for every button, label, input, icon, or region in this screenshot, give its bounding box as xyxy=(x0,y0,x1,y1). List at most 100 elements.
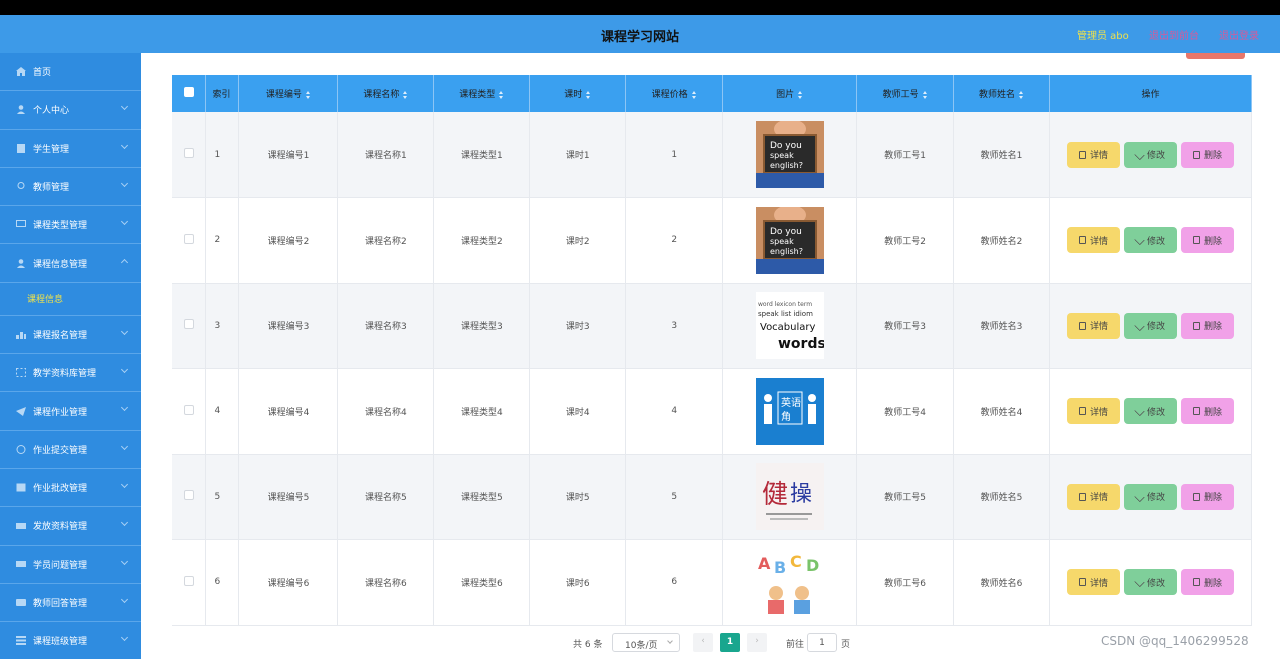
table-row[interactable]: 2 课程编号2 课程名称2 课程类型2 课时2 2 Do you speak english? 教… xyxy=(172,197,1253,284)
sidebar-item-home[interactable]: 首页 xyxy=(0,53,141,92)
cell-price: 5 xyxy=(625,454,724,540)
edit-button[interactable]: 修改 xyxy=(1123,398,1177,425)
chart-icon xyxy=(16,330,26,339)
vocabulary-words-image[interactable]: word lexicon term speak list idiom Vocabul… xyxy=(755,292,824,360)
sidebar-item-homework[interactable]: 课程作业管理 xyxy=(0,392,141,431)
col-course-code[interactable]: 课程编号 xyxy=(238,75,339,112)
table-row[interactable]: 1 课程编号1 课程名称1 课程类型1 课时1 1 Do you speak english? 教… xyxy=(172,112,1253,198)
page-size-select[interactable]: 10条/页 xyxy=(612,633,680,652)
row-select-cell[interactable] xyxy=(172,539,207,626)
next-page-button[interactable]: › xyxy=(747,633,767,652)
sort-icon[interactable] xyxy=(403,90,408,99)
detail-button[interactable]: 详情 xyxy=(1066,398,1120,425)
row-checkbox[interactable] xyxy=(183,319,194,330)
row-select-cell[interactable] xyxy=(172,283,207,369)
row-checkbox[interactable] xyxy=(183,575,194,586)
row-checkbox[interactable] xyxy=(183,148,194,158)
sidebar-item-label: 首页 xyxy=(33,68,52,79)
sort-icon[interactable] xyxy=(798,90,803,99)
delete-button[interactable]: 删除 xyxy=(1180,227,1234,254)
goto-page-input[interactable]: 1 xyxy=(807,633,837,652)
sidebar-item-personal[interactable]: 个人中心 xyxy=(0,91,141,130)
sidebar-item-classes[interactable]: 课程班级管理 xyxy=(0,622,141,659)
row-select-cell[interactable] xyxy=(172,112,207,198)
col-price[interactable]: 课程价格 xyxy=(625,75,724,112)
row-select-cell[interactable] xyxy=(172,454,207,540)
cell-index: 3 xyxy=(205,283,240,369)
sort-icon[interactable] xyxy=(1019,90,1024,99)
sidebar-item-course-info[interactable]: 课程信息管理 xyxy=(0,244,141,283)
row-select-cell[interactable] xyxy=(172,197,207,284)
col-hours[interactable]: 课时 xyxy=(529,75,627,112)
detail-button[interactable]: 详情 xyxy=(1066,227,1120,254)
row-checkbox[interactable] xyxy=(183,490,194,501)
col-course-type[interactable]: 课程类型 xyxy=(433,75,531,112)
sidebar-subitem-course-info[interactable]: 课程信息 xyxy=(0,282,141,316)
header: 课程学习网站 管理员 abo 退出到前台 退出登录 xyxy=(0,15,1280,53)
col-course-name[interactable]: 课程名称 xyxy=(337,75,435,112)
sidebar-item-submissions[interactable]: 作业提交管理 xyxy=(0,431,141,469)
sidebar-item-distribution[interactable]: 发放资料管理 xyxy=(0,507,141,546)
sort-icon[interactable] xyxy=(586,90,591,99)
delete-button[interactable]: 删除 xyxy=(1180,569,1234,596)
cell-hours: 课时6 xyxy=(529,539,627,626)
table-row[interactable]: 4 课程编号4 课程名称4 课程类型4 课时4 4 英语角教师工号4 教师姓名4 详情 修改 删除 xyxy=(172,368,1253,455)
select-all-cell[interactable] xyxy=(172,75,207,112)
sidebar-item-materials[interactable]: 教学资料库管理 xyxy=(0,354,141,393)
chevron-down-icon xyxy=(120,327,129,335)
english-corner-image[interactable]: 英语角 xyxy=(755,377,824,445)
sidebar-item-enrollment[interactable]: 课程报名管理 xyxy=(0,316,141,355)
sidebar-item-teachers[interactable]: 教师管理 xyxy=(0,168,141,207)
row-checkbox[interactable] xyxy=(183,404,194,415)
table-row[interactable]: 3 课程编号3 课程名称3 课程类型3 课时3 3 word lexicon term spe… xyxy=(172,283,1253,369)
delete-button[interactable]: 删除 xyxy=(1180,141,1234,168)
select-all-checkbox[interactable] xyxy=(183,87,194,97)
detail-button[interactable]: 详情 xyxy=(1066,141,1120,168)
cell-teacher-no: 教师工号4 xyxy=(856,368,955,455)
edit-button[interactable]: 修改 xyxy=(1123,227,1177,254)
do-you-speak-english-image[interactable]: Do you speak english? xyxy=(755,206,824,274)
batch-delete-button[interactable] xyxy=(1186,53,1245,59)
course-table: 索引 课程编号 课程名称 课程类型 课时 课程价格 图片 教师工号 教师姓名 操… xyxy=(172,75,1253,626)
row-checkbox[interactable] xyxy=(183,233,194,244)
abcd-kids-image[interactable]: ABCD xyxy=(755,548,824,616)
watermark: CSDN @qq_1406299528 xyxy=(1101,634,1249,648)
sidebar-item-label: 课程报名管理 xyxy=(33,330,88,341)
detail-button[interactable]: 详情 xyxy=(1066,569,1120,596)
table-row[interactable]: 5 课程编号5 课程名称5 课程类型5 课时5 5 健操教师工号5 教师姓名5 详情 修改 删除 xyxy=(172,454,1253,540)
cell-image: Do you speak english? xyxy=(722,197,858,284)
calligraphy-image[interactable]: 健操 xyxy=(755,463,824,531)
back-to-front-link[interactable]: 退出到前台 xyxy=(1149,27,1199,42)
do-you-speak-english-image[interactable]: Do you speak english? xyxy=(755,121,824,188)
detail-button[interactable]: 详情 xyxy=(1066,483,1120,510)
col-image[interactable]: 图片 xyxy=(722,75,858,112)
svg-text:操: 操 xyxy=(790,482,812,507)
table-row[interactable]: 6 课程编号6 课程名称6 课程类型6 课时6 6 A B C D 教师工号6 教师姓名6 详情 修改 删除 xyxy=(172,539,1253,626)
sidebar-item-questions[interactable]: 学员问题管理 xyxy=(0,546,141,584)
sidebar-item-answers[interactable]: 教师回答管理 xyxy=(0,584,141,623)
delete-button[interactable]: 删除 xyxy=(1180,312,1234,339)
sort-icon[interactable] xyxy=(691,90,697,99)
detail-button[interactable]: 详情 xyxy=(1066,312,1120,339)
edit-button[interactable]: 修改 xyxy=(1123,312,1177,339)
sidebar-item-grading[interactable]: 作业批改管理 xyxy=(0,469,141,508)
edit-button[interactable]: 修改 xyxy=(1123,483,1177,510)
current-page-button[interactable]: 1 xyxy=(720,633,740,652)
row-select-cell[interactable] xyxy=(172,368,207,455)
sidebar-item-label: 发放资料管理 xyxy=(33,522,88,533)
edit-button[interactable]: 修改 xyxy=(1123,141,1177,168)
sort-icon[interactable] xyxy=(499,90,504,99)
edit-button[interactable]: 修改 xyxy=(1123,569,1177,596)
sort-icon[interactable] xyxy=(305,90,311,99)
sort-icon[interactable] xyxy=(922,90,928,99)
col-teacher-name[interactable]: 教师姓名 xyxy=(953,75,1050,112)
col-teacher-no[interactable]: 教师工号 xyxy=(856,75,955,112)
prev-page-button[interactable]: ‹ xyxy=(693,633,713,652)
cell-index: 6 xyxy=(205,539,240,626)
delete-button[interactable]: 删除 xyxy=(1180,483,1234,510)
top-black-bar xyxy=(0,0,1280,15)
sidebar-item-course-types[interactable]: 课程类型管理 xyxy=(0,206,141,245)
logout-link[interactable]: 退出登录 xyxy=(1219,27,1259,42)
delete-button[interactable]: 删除 xyxy=(1180,398,1234,425)
sidebar-item-students[interactable]: 学生管理 xyxy=(0,130,141,168)
